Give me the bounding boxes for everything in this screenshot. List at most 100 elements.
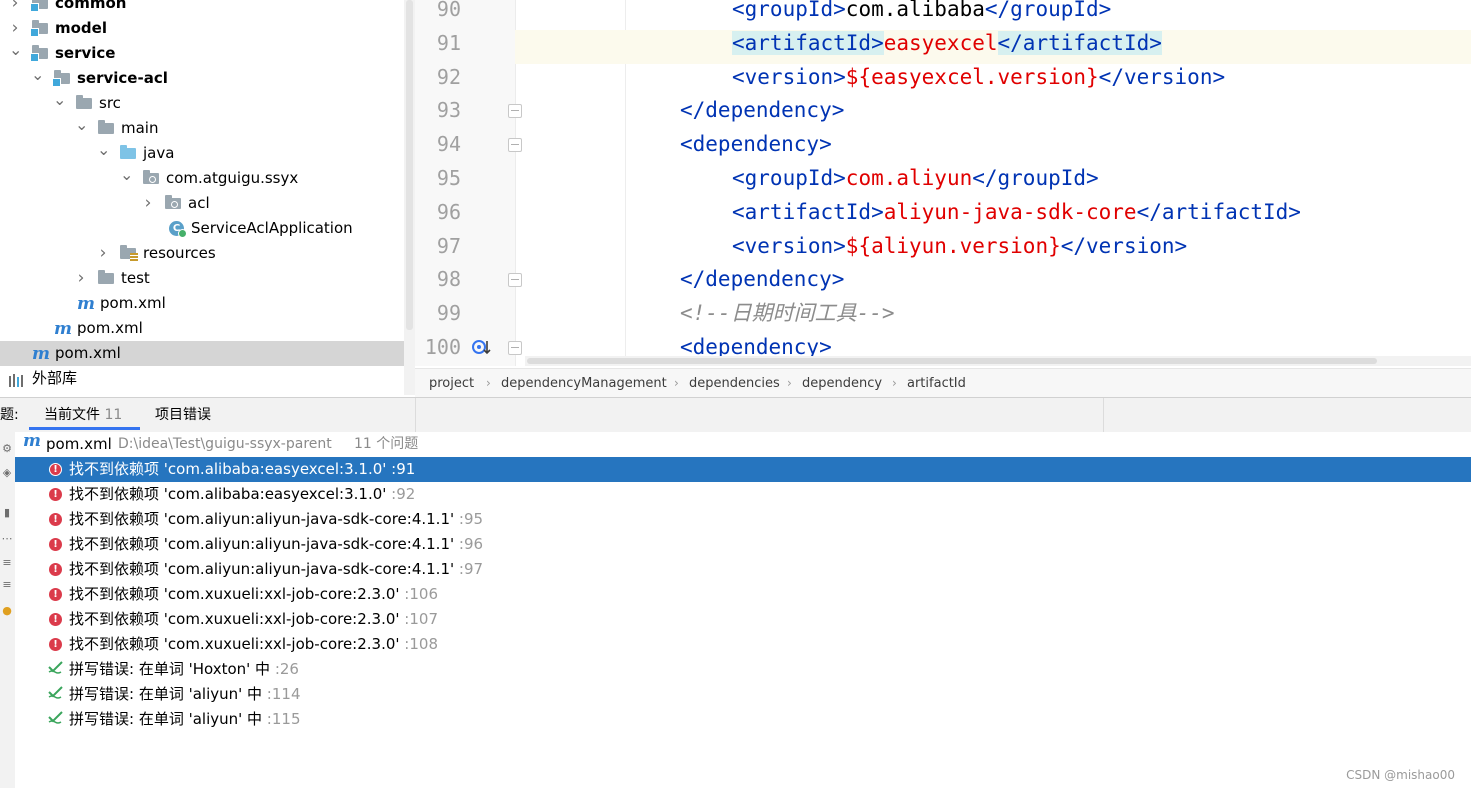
tree-item[interactable]: m pom.xml: [0, 316, 404, 341]
problem-item[interactable]: ! 找不到依赖项 'com.alibaba:easyexcel:3.1.0' :9…: [15, 457, 1471, 482]
code-line[interactable]: 95 <groupId>com.aliyun</groupId>: [415, 165, 1471, 199]
problem-line-number: :97: [458, 560, 484, 578]
breadcrumb-separator: ›: [787, 376, 792, 390]
code-line[interactable]: 96 <artifactId>aliyun-java-sdk-core</arti…: [415, 198, 1471, 233]
tree-item[interactable]: › resources: [0, 241, 404, 266]
expand-icon[interactable]: ≡: [0, 556, 14, 569]
editor-horizontal-scroll-thumb[interactable]: [527, 358, 1377, 364]
chevron-right-icon[interactable]: ›: [142, 191, 154, 216]
problem-item[interactable]: ! 找不到依赖项 'com.aliyun:aliyun-java-sdk-core…: [15, 507, 1471, 532]
tree-item[interactable]: › model: [0, 16, 404, 41]
chevron-down-icon[interactable]: ⌄: [31, 62, 44, 87]
module-folder-icon: [30, 0, 50, 12]
tree-item[interactable]: m pom.xml: [0, 341, 404, 366]
tree-item[interactable]: ⌄ com.atguigu.ssyx: [0, 165, 404, 191]
package-icon: [165, 195, 183, 212]
breadcrumb-item[interactable]: artifactId: [907, 369, 966, 398]
problem-item[interactable]: 拼写错误: 在单词 'aliyun' 中 :115: [15, 707, 1471, 732]
problem-item[interactable]: ! 找不到依赖项 'com.xuxueli:xxl-job-core:2.3.0'…: [15, 582, 1471, 607]
problem-line-number: :26: [274, 660, 299, 678]
chevron-down-icon[interactable]: ⌄: [97, 137, 110, 162]
fold-marker-icon[interactable]: [508, 273, 522, 288]
project-tree-scrollbar[interactable]: [404, 0, 415, 395]
active-tab-indicator: [29, 427, 140, 430]
chevron-right-icon[interactable]: ›: [97, 241, 109, 266]
tree-item-label: java: [143, 144, 175, 162]
tab-current-file-label: 当前文件: [44, 407, 100, 423]
tree-item[interactable]: C ServiceAclApplication: [0, 216, 404, 241]
problem-item[interactable]: ! 找不到依赖项 'com.aliyun:aliyun-java-sdk-core…: [15, 532, 1471, 557]
fold-marker-icon[interactable]: [508, 341, 522, 355]
problem-text: 找不到依赖项 'com.alibaba:easyexcel:3.1.0' :92: [69, 485, 416, 503]
project-tree[interactable]: › common › model ⌄ service ⌄ service-acl ⌄ src ⌄ ma…: [0, 0, 404, 395]
problems-group-row[interactable]: m pom.xml D:\idea\Test\guigu-ssyx-parent…: [15, 431, 1471, 457]
project-tree-scroll-thumb[interactable]: [406, 0, 413, 330]
problem-item[interactable]: 拼写错误: 在单词 'Hoxton' 中 :26: [15, 657, 1471, 682]
library-icon: [8, 371, 26, 387]
maven-icon: m: [77, 294, 95, 314]
chevron-down-icon[interactable]: ⌄: [53, 87, 66, 112]
tree-item[interactable]: › common: [0, 0, 404, 16]
fold-marker-icon[interactable]: [508, 138, 522, 153]
tree-item-label: pom.xml: [55, 344, 121, 362]
chevron-down-icon[interactable]: ⌄: [75, 112, 88, 137]
tree-item[interactable]: › test: [0, 266, 404, 291]
tree-item-label: pom.xml: [77, 319, 143, 337]
maven-icon: m: [23, 431, 41, 451]
problems-list[interactable]: m pom.xml D:\idea\Test\guigu-ssyx-parent…: [15, 431, 1471, 788]
chevron-down-icon[interactable]: ⌄: [9, 37, 22, 62]
code-line[interactable]: 94 <dependency>: [415, 131, 1471, 166]
code-editor[interactable]: 90 <groupId>com.alibaba</groupId> 91 <artif…: [415, 0, 1471, 366]
breadcrumb-item[interactable]: project: [429, 369, 474, 398]
tree-item[interactable]: ⌄ main: [0, 115, 404, 141]
code-line[interactable]: 92 <version>${easyexcel.version}</version…: [415, 63, 1471, 98]
tab-project-errors-label: 项目错误: [155, 407, 211, 423]
tree-item-label: src: [99, 94, 121, 112]
code-line[interactable]: 91 <artifactId>easyexcel</artifactId>: [415, 29, 1471, 64]
chevron-right-icon[interactable]: ›: [9, 0, 21, 16]
code-line[interactable]: 90 <groupId>com.alibaba</groupId>: [415, 0, 1471, 30]
problem-item[interactable]: ! 找不到依赖项 'com.xuxueli:xxl-job-core:2.3.0'…: [15, 607, 1471, 632]
toggle-icon[interactable]: ▮: [0, 506, 14, 519]
problem-item[interactable]: ! 找不到依赖项 'com.xuxueli:xxl-job-core:2.3.0'…: [15, 632, 1471, 657]
chevron-right-icon[interactable]: ›: [75, 266, 87, 291]
chevron-down-icon[interactable]: ⌄: [120, 162, 133, 187]
breadcrumb-separator: ›: [486, 376, 491, 390]
tree-item[interactable]: ⌄ src: [0, 90, 404, 116]
code-text: <version>${aliyun.version}</version>: [732, 233, 1188, 258]
problem-item[interactable]: 拼写错误: 在单词 'aliyun' 中 :114: [15, 682, 1471, 707]
code-line[interactable]: 93 </dependency>: [415, 97, 1471, 132]
module-folder-icon: [30, 20, 50, 37]
code-line[interactable]: 97 <version>${aliyun.version}</version>: [415, 232, 1471, 267]
filter-icon[interactable]: ◈: [0, 466, 14, 479]
breadcrumb-item[interactable]: dependency: [802, 369, 882, 398]
collapse-icon[interactable]: ≡: [0, 578, 14, 591]
line-number: 93: [436, 98, 461, 123]
problems-tool-label: 题:: [0, 407, 19, 423]
fold-marker-icon[interactable]: [508, 104, 522, 119]
tree-item[interactable]: ⌄ service: [0, 40, 404, 66]
tree-item-label: service: [55, 44, 116, 62]
line-number: 100: [424, 335, 461, 359]
tree-item[interactable]: › acl: [0, 191, 404, 216]
line-number: 95: [436, 166, 461, 190]
breadcrumb-item[interactable]: dependencyManagement: [501, 369, 667, 398]
tab-project-errors[interactable]: 项目错误: [155, 398, 211, 432]
tree-item[interactable]: ⌄ java: [0, 140, 404, 166]
problem-item[interactable]: ! 找不到依赖项 'com.aliyun:aliyun-java-sdk-core…: [15, 557, 1471, 582]
tree-item[interactable]: m pom.xml: [0, 291, 404, 316]
tree-item[interactable]: 外部库: [0, 366, 404, 391]
breadcrumb-item[interactable]: dependencies: [689, 369, 780, 398]
settings-icon[interactable]: ⚙: [0, 442, 14, 455]
problem-item[interactable]: ! 找不到依赖项 'com.alibaba:easyexcel:3.1.0' :9…: [15, 482, 1471, 507]
code-line[interactable]: 99 <!--日期时间工具-->: [415, 300, 1471, 335]
maven-goal-icon[interactable]: [472, 337, 492, 361]
error-icon: !: [49, 638, 62, 651]
problem-text: 找不到依赖项 'com.aliyun:aliyun-java-sdk-core:…: [69, 510, 484, 528]
warning-icon[interactable]: ●: [0, 604, 14, 617]
editor-horizontal-scrollbar[interactable]: [525, 356, 1471, 366]
code-line[interactable]: 98 </dependency>: [415, 266, 1471, 301]
tree-item-label: ServiceAclApplication: [191, 219, 353, 237]
error-icon: !: [49, 588, 62, 601]
line-number: 92: [436, 64, 461, 89]
